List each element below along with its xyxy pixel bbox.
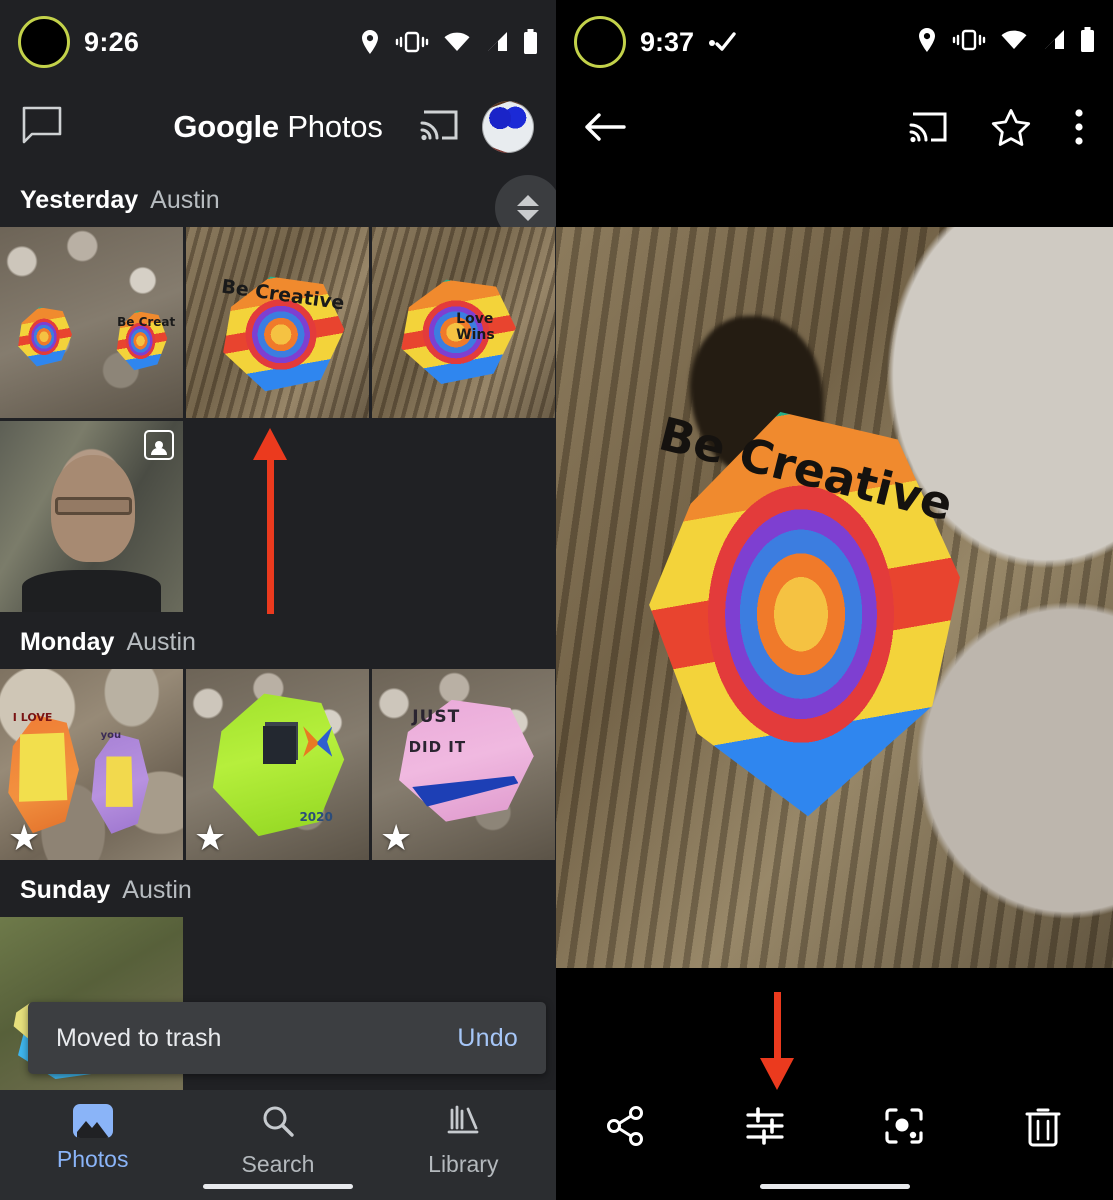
nav-item-photos[interactable]: Photos	[0, 1104, 185, 1173]
edit-button[interactable]	[695, 1104, 834, 1153]
left-app-bar: Google Photos	[0, 84, 556, 170]
photo-thumb-two-painted-rocks[interactable]: Be Creat	[0, 227, 183, 418]
more-vert-icon[interactable]	[1073, 108, 1085, 151]
section-place: Austin	[150, 186, 220, 214]
vibrate-icon	[952, 29, 986, 56]
right-phone-photo-viewer: 9:37 Be Creative	[556, 0, 1113, 1200]
section-day: Sunday	[20, 876, 111, 904]
wifi-icon	[1000, 29, 1028, 56]
nav-label: Search	[241, 1151, 315, 1177]
library-icon	[444, 1104, 482, 1143]
status-icons	[916, 26, 1095, 58]
photo-viewer-image[interactable]: Be Creative	[556, 227, 1113, 968]
battery-icon	[523, 29, 538, 55]
nav-label: Library	[428, 1151, 499, 1177]
undo-button[interactable]: Undo	[457, 1024, 518, 1053]
triangle-up-icon[interactable]	[517, 195, 539, 206]
camera-punchhole	[574, 16, 626, 68]
snackbar-moved-to-trash: Moved to trash Undo	[28, 1002, 546, 1074]
app-bar-actions	[420, 101, 534, 153]
favorite-star-icon: ★	[194, 817, 227, 858]
section-header-monday: Monday Austin	[0, 612, 556, 669]
nav-item-search[interactable]: Search	[185, 1104, 370, 1178]
star-outline-icon[interactable]	[991, 108, 1031, 151]
section-day: Monday	[20, 628, 115, 656]
photo-thumb-green-rock[interactable]: 2020 ★	[186, 669, 369, 860]
camera-punchhole	[18, 16, 70, 68]
red-down-arrow-callout	[760, 992, 794, 1090]
lens-button[interactable]	[835, 1104, 974, 1153]
section-place: Austin	[122, 876, 192, 904]
photo-thumb-minion-rocks[interactable]: I LOVE you ★	[0, 669, 183, 860]
nav-item-library[interactable]: Library	[371, 1104, 556, 1178]
left-phone-google-photos-grid: 9:26 Google Photos Yesterday Austin Be C…	[0, 0, 556, 1200]
viewer-bottom-toolbar	[556, 1090, 1113, 1200]
trash-icon	[1022, 1104, 1064, 1153]
dual-phone-screenshot: 9:26 Google Photos Yesterday Austin Be C…	[0, 0, 1113, 1200]
photo-thumb-just-did-it[interactable]: JUST DID IT ★	[372, 669, 555, 860]
bottom-navigation: Photos Search Library	[0, 1090, 556, 1200]
person-badge-icon	[144, 430, 174, 460]
photos-icon	[72, 1104, 113, 1138]
vibrate-icon	[395, 31, 429, 53]
viewer-actions	[909, 108, 1085, 151]
cast-icon[interactable]	[909, 110, 949, 149]
status-clock: 9:37	[640, 26, 695, 57]
right-app-bar	[556, 84, 1113, 174]
favorite-star-icon: ★	[8, 817, 41, 858]
gesture-navigation-bar[interactable]	[759, 1184, 910, 1189]
section-header-sunday: Sunday Austin	[0, 860, 556, 917]
section-place: Austin	[126, 628, 196, 656]
delete-button[interactable]	[974, 1104, 1113, 1153]
chat-bubble-icon[interactable]	[22, 106, 62, 149]
gesture-navigation-bar[interactable]	[203, 1184, 353, 1189]
cast-icon[interactable]	[420, 108, 460, 147]
triangle-down-icon[interactable]	[517, 210, 539, 221]
right-status-bar: 9:37	[556, 0, 1113, 84]
favorite-star-icon: ★	[380, 817, 413, 858]
wifi-icon	[443, 31, 471, 53]
search-icon	[259, 1104, 297, 1143]
cell-signal-icon	[1042, 29, 1066, 56]
photo-thumb-be-creative[interactable]: Be Creative	[186, 227, 369, 418]
location-icon	[359, 29, 381, 55]
grid-empty-cell	[372, 421, 555, 612]
lens-icon	[881, 1104, 927, 1153]
section-day: Yesterday	[20, 186, 139, 214]
battery-icon	[1080, 26, 1095, 58]
edit-sliders-icon	[742, 1104, 788, 1153]
nav-label: Photos	[56, 1146, 129, 1172]
cell-signal-icon	[485, 31, 509, 53]
avatar[interactable]	[482, 101, 534, 153]
share-button[interactable]	[556, 1104, 695, 1153]
status-clock: 9:26	[84, 26, 140, 57]
photo-grid-row: I LOVE you ★ 2020 ★ JUST DID IT ★	[0, 669, 556, 860]
brand-photos: Photos	[278, 109, 383, 144]
photo-thumb-love-wins[interactable]: Love Wins	[372, 227, 555, 418]
snackbar-message: Moved to trash	[56, 1023, 222, 1052]
red-up-arrow-callout	[253, 428, 287, 614]
brand-google: Google	[173, 109, 279, 144]
share-icon	[603, 1104, 649, 1153]
location-icon	[916, 27, 938, 58]
back-arrow-icon[interactable]	[584, 110, 626, 149]
photo-thumb-selfie-portrait[interactable]	[0, 421, 183, 612]
photo-grid-row: Be Creat Be Creative Love Wins	[0, 227, 556, 418]
checkmark-icon	[708, 31, 738, 53]
left-status-bar: 9:26	[0, 0, 556, 84]
status-icons	[359, 29, 538, 55]
section-header-yesterday: Yesterday Austin	[0, 170, 556, 227]
